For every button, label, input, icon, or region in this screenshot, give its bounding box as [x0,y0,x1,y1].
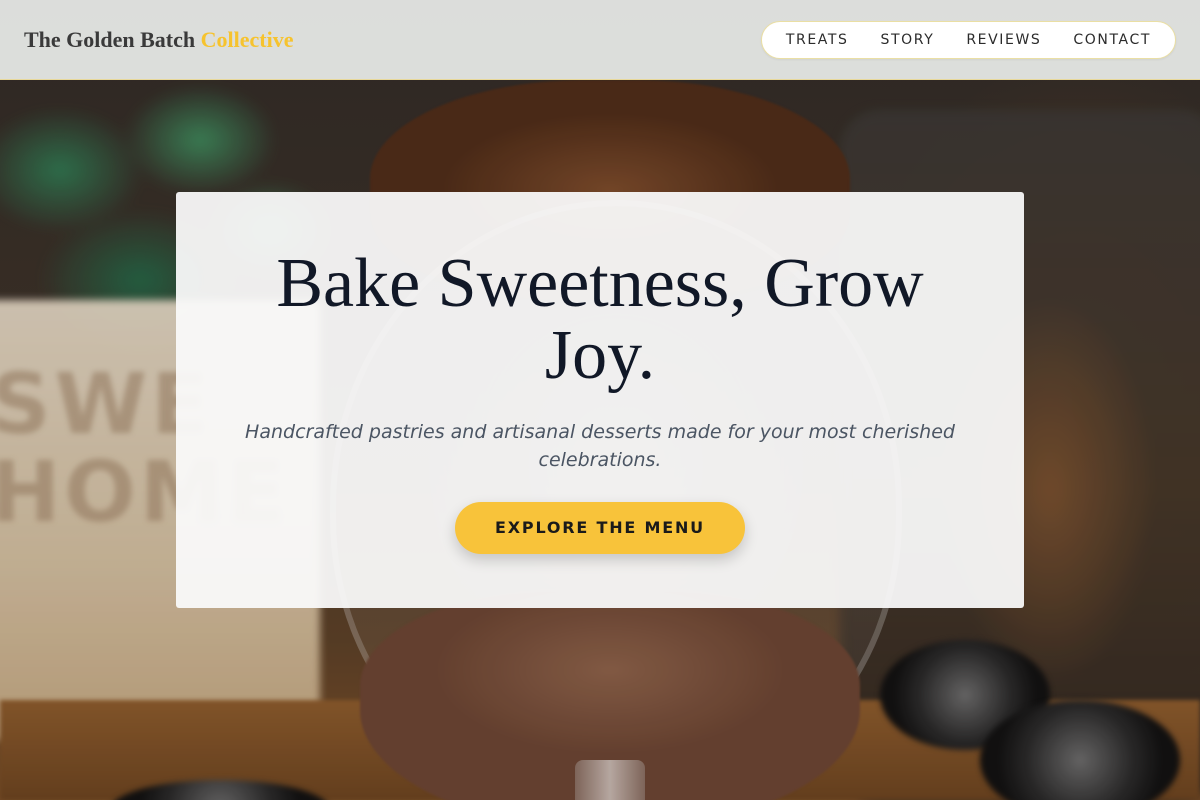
page: SWE HOME The Golden Batch Collective TREA… [0,0,1200,800]
nav-item-treats[interactable]: TREATS [778,21,857,59]
explore-menu-button[interactable]: EXPLORE THE MENU [455,502,745,554]
brand-logo[interactable]: The Golden Batch Collective [24,27,294,53]
site-header: The Golden Batch Collective TREATS STORY… [0,0,1200,80]
hero-card: Bake Sweetness, Grow Joy. Handcrafted pa… [176,192,1024,608]
brand-name-accent: Collective [200,26,294,52]
nav-item-story[interactable]: STORY [873,21,943,59]
brand-name: The Golden Batch [24,26,196,52]
nav-item-contact[interactable]: CONTACT [1065,21,1159,59]
nav-item-reviews[interactable]: REVIEWS [958,21,1049,59]
main-nav: TREATS STORY REVIEWS CONTACT [760,20,1176,59]
hero-title: Bake Sweetness, Grow Joy. [276,245,924,394]
hero-subtitle: Handcrafted pastries and artisanal desse… [245,421,955,471]
